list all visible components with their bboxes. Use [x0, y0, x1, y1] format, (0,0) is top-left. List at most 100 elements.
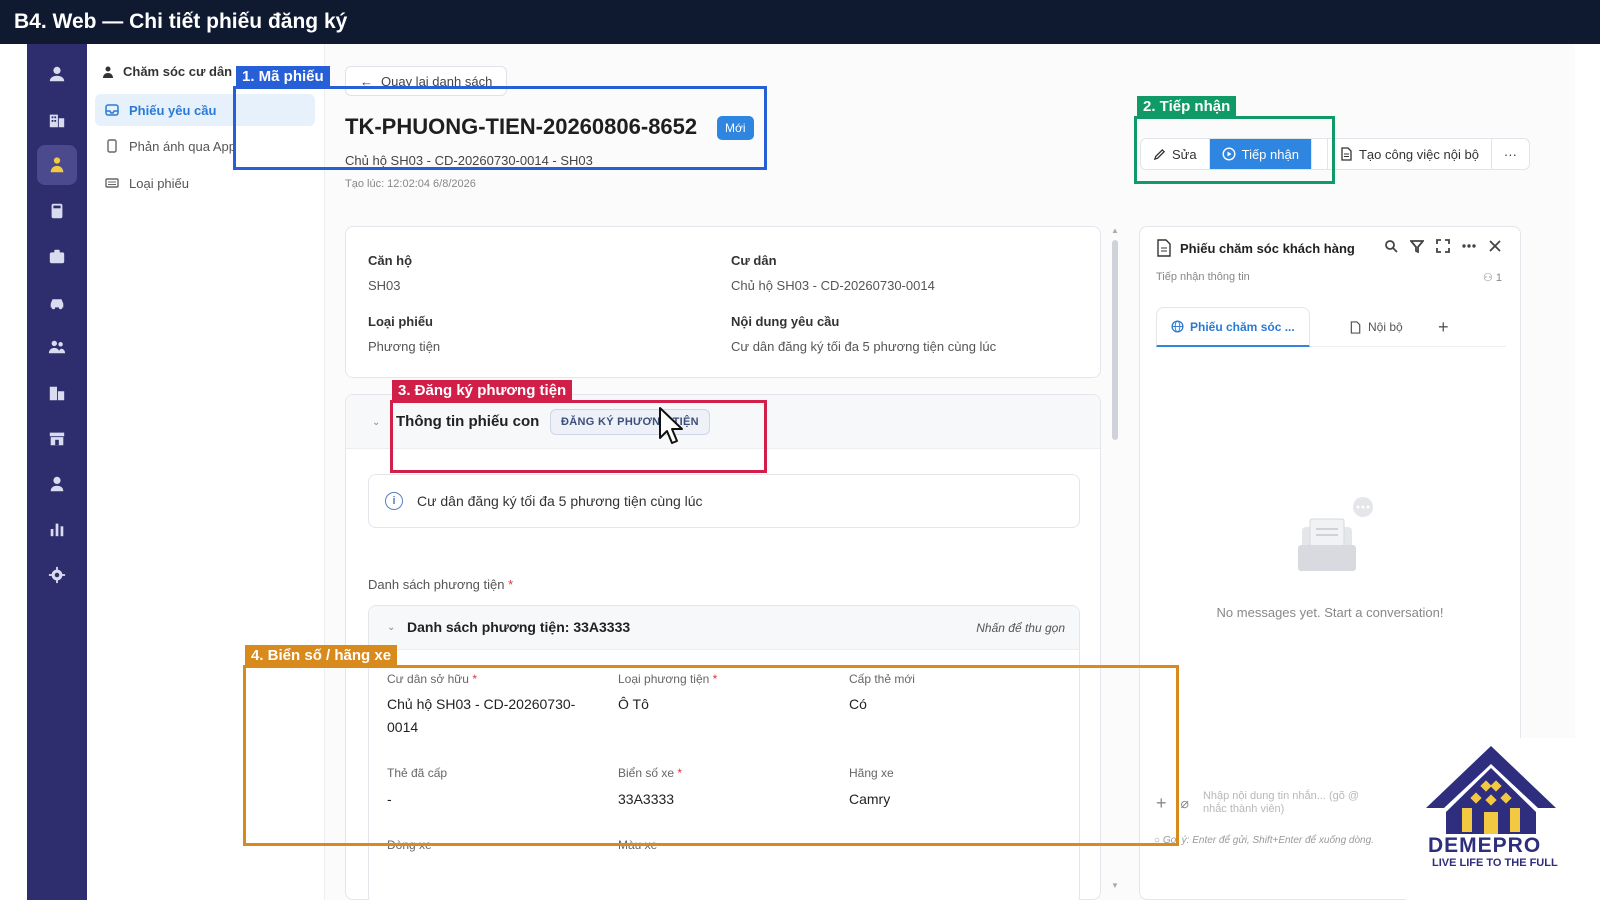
back-label: Quay lại danh sách	[381, 73, 493, 89]
annotation-label-vehicle-registration: 3. Đăng ký phương tiện	[392, 380, 573, 401]
issued-card-label: Thẻ đã cấp	[387, 766, 448, 780]
apartment-label: Căn hộ	[368, 253, 413, 268]
chevron-down-icon: ⌄	[387, 622, 396, 633]
owner-value-line2: 0014	[387, 719, 419, 735]
document-icon	[1341, 147, 1352, 161]
slide-title: B4. Web — Chi tiết phiếu đăng ký	[14, 10, 348, 33]
scroll-down-icon: ▼	[1111, 881, 1119, 890]
person-icon: ⚇	[1482, 272, 1493, 284]
subnav-item-ticket-types[interactable]: Loại phiếu	[95, 167, 315, 199]
annotation-label-receive: 2. Tiếp nhận	[1137, 96, 1237, 117]
subnav-section-header: Chăm sóc cư dân	[101, 64, 232, 79]
vehicle-type-label: Loại phương tiện *	[618, 672, 717, 686]
resident-label: Cư dân	[731, 253, 777, 268]
child-ticket-header[interactable]: ⌄ Thông tin phiếu con ĐĂNG KÝ PHƯƠNG TIỆ…	[346, 395, 1100, 449]
vehicle-type-label-text: Loại phương tiện	[618, 672, 710, 686]
subnav-item-label: Phản ánh qua App	[129, 138, 236, 154]
participant-count: ⚇ 1	[1483, 271, 1502, 284]
child-ticket-card: ⌄ Thông tin phiếu con ĐĂNG KÝ PHƯƠNG TIỆ…	[345, 394, 1101, 900]
chat-title: Phiếu chăm sóc khách hàng	[1180, 241, 1355, 256]
subnav-item-tickets[interactable]: Phiếu yêu cầu	[95, 94, 315, 126]
empty-messages-text: No messages yet. Start a conversation!	[1216, 605, 1444, 620]
content-scrollbar[interactable]: ▲ ▼	[1111, 226, 1119, 890]
scrollbar-thumb[interactable]	[1112, 240, 1118, 440]
subnav-item-app-feedback[interactable]: Phản ánh qua App	[95, 130, 315, 162]
document-icon	[1157, 239, 1171, 257]
ticket-type-value: Phương tiện	[368, 339, 441, 354]
tab-internal-label: Nội bộ	[1368, 320, 1403, 334]
plate-label: Biển số xe *	[618, 766, 682, 780]
scroll-up-icon: ▲	[1111, 226, 1119, 235]
owner-label-text: Cư dân sở hữu	[387, 672, 469, 686]
placeholder-line2: nhắc thành viên)	[1202, 803, 1285, 815]
participant-count-value: 1	[1495, 272, 1502, 284]
subnav-section-label: Chăm sóc cư dân	[123, 64, 233, 79]
resident-care-icon[interactable]	[37, 145, 77, 185]
brand-logo: DEMEPRO LIVE LIFE TO THE FULL	[1406, 738, 1576, 900]
more-icon[interactable]	[1462, 239, 1476, 253]
person-icon[interactable]	[37, 464, 77, 504]
logo-brand-text: DEMEPRO	[1428, 834, 1542, 857]
back-to-list-button[interactable]: ← Quay lại danh sách	[345, 66, 508, 96]
request-content-label: Nội dung yêu cầu	[731, 314, 840, 329]
search-icon[interactable]	[1384, 239, 1398, 253]
app-window: Chăm sóc cư dân Phiếu yêu cầu Phản ánh q…	[27, 44, 1575, 900]
receive-button[interactable]: Tiếp nhận	[1209, 139, 1312, 169]
ticket-code: TK-PHUONG-TIEN-20260806-8652	[345, 114, 698, 139]
required-marker: *	[508, 577, 514, 592]
attachment-icon[interactable]: ⌀	[1181, 795, 1189, 812]
user-icon[interactable]	[37, 54, 77, 94]
close-icon[interactable]	[1488, 239, 1502, 253]
actions-spacer	[1311, 139, 1328, 169]
collapse-hint[interactable]: Nhấn để thu gọn	[976, 621, 1065, 635]
placeholder-line1: Nhập nội dung tin nhắn... (gõ @	[1202, 790, 1360, 802]
composer-hint-text: Gợi ý: Enter để gửi, Shift+Enter để xuốn…	[1162, 835, 1374, 846]
ticket-created-time: Tạo lúc: 12:02:04 6/8/2026	[345, 178, 476, 190]
tab-customer-care[interactable]: Phiếu chăm sóc ...	[1156, 307, 1310, 347]
bar-chart-icon[interactable]	[37, 509, 77, 549]
vehicle-card-header[interactable]: ⌄ Danh sách phương tiện: 33A3333 Nhấn để…	[369, 606, 1079, 650]
store-icon[interactable]	[37, 418, 77, 458]
car-icon[interactable]	[37, 282, 77, 322]
issued-card-value: -	[387, 791, 392, 807]
message-input[interactable]: Nhập nội dung tin nhắn... (gõ @ nhắc thàn…	[1203, 790, 1393, 816]
building-icon[interactable]	[37, 100, 77, 140]
gear-icon[interactable]	[37, 555, 77, 595]
ticket-info-card: Căn hộ SH03 Cư dân Chủ hộ SH03 - CD-2026…	[345, 226, 1101, 378]
empty-inbox-illustration	[1298, 497, 1373, 571]
brand-value: Camry	[849, 791, 891, 807]
color-label: Màu xe	[618, 838, 658, 852]
status-badge: Mới	[717, 116, 754, 140]
tab-internal[interactable]: Nội bộ	[1336, 307, 1417, 347]
tab-customer-care-label: Phiếu chăm sóc ...	[1190, 319, 1295, 334]
owner-label: Cư dân sở hữu *	[387, 672, 477, 686]
required-marker: *	[712, 672, 718, 686]
phone-icon	[107, 139, 117, 153]
plus-icon[interactable]: +	[1156, 793, 1167, 814]
document-icon	[1350, 320, 1361, 334]
owner-value: Chủ hộ SH03 - CD-20260730- 0014	[387, 693, 575, 739]
buildings-icon[interactable]	[37, 373, 77, 413]
vehicle-list-label-text: Danh sách phương tiện	[368, 577, 505, 592]
add-tab-button[interactable]: +	[1424, 307, 1463, 347]
edit-button[interactable]: Sửa	[1141, 139, 1210, 169]
brand-label: Hãng xe	[849, 766, 894, 780]
receive-label: Tiếp nhận	[1241, 146, 1299, 162]
resident-care-icon	[103, 66, 113, 78]
notice-box: i Cư dân đăng ký tối đa 5 phương tiện cù…	[368, 474, 1080, 528]
people-icon[interactable]	[37, 327, 77, 367]
briefcase-icon[interactable]	[37, 236, 77, 276]
more-actions-button[interactable]: ···	[1492, 139, 1529, 169]
chevron-down-icon: ⌄	[372, 417, 381, 428]
calculator-icon[interactable]	[37, 191, 77, 231]
create-internal-task-button[interactable]: Tạo công việc nội bộ	[1328, 139, 1492, 169]
request-content-value: Cư dân đăng ký tối đa 5 phương tiện cùng…	[731, 339, 997, 354]
pencil-icon	[1153, 148, 1166, 160]
bulb-icon: ○	[1154, 835, 1161, 846]
required-marker: *	[472, 672, 477, 686]
plate-value: 33A3333	[618, 791, 675, 807]
vehicle-list-label: Danh sách phương tiện *	[368, 577, 513, 592]
filter-icon[interactable]	[1410, 239, 1424, 253]
required-marker: *	[677, 766, 683, 780]
expand-icon[interactable]	[1436, 239, 1450, 253]
